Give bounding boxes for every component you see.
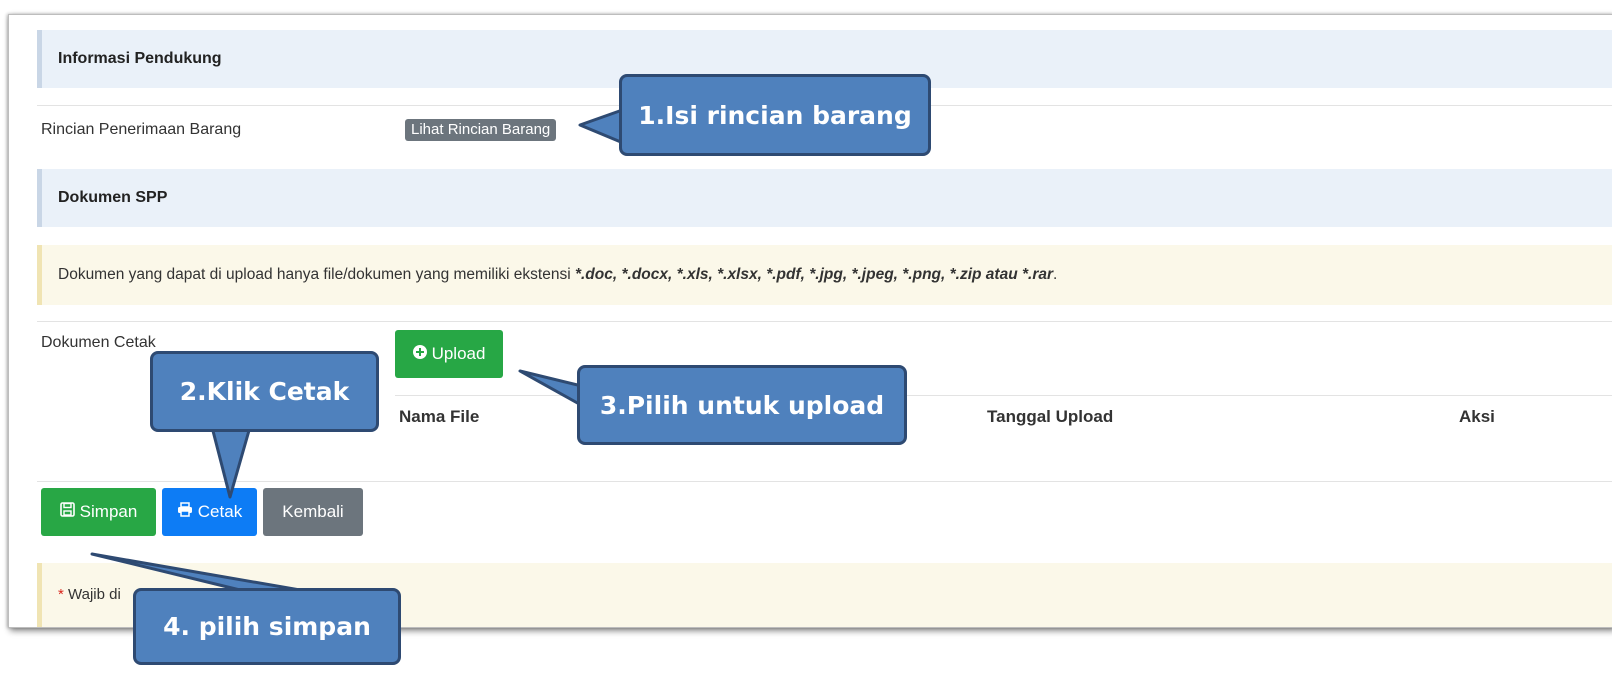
cetak-button[interactable]: Cetak — [162, 488, 257, 536]
upload-button[interactable]: Upload — [395, 330, 503, 378]
info-text-suffix: . — [1053, 266, 1058, 283]
print-icon — [177, 502, 193, 522]
info-extensions: *.doc, *.docx, *.xls, *.xlsx, *.pdf, *.j… — [574, 266, 1054, 283]
upload-button-label: Upload — [431, 344, 486, 363]
callout-4: 4. pilih simpan — [133, 588, 401, 665]
required-star: * — [58, 586, 64, 603]
save-icon — [59, 502, 75, 522]
column-header-tanggal-upload: Tanggal Upload — [987, 407, 1114, 426]
lihat-rincian-barang-button[interactable]: Lihat Rincian Barang — [405, 119, 557, 141]
divider — [37, 321, 1612, 322]
callout-1: 1.Isi rincian barang — [619, 74, 931, 156]
divider — [37, 481, 1612, 482]
simpan-button-label: Simpan — [79, 502, 138, 521]
callout-2: 2.Klik Cetak — [150, 351, 379, 432]
info-text-prefix: Dokumen yang dapat di upload hanya file/… — [58, 266, 575, 283]
rincian-label: Rincian Penerimaan Barang — [41, 121, 242, 138]
column-header-aksi: Aksi — [1459, 407, 1495, 426]
required-note-text: Wajib di — [68, 586, 121, 603]
dokumen-cetak-label: Dokumen Cetak — [41, 334, 156, 351]
kembali-button[interactable]: Kembali — [263, 488, 363, 536]
simpan-button[interactable]: Simpan — [41, 488, 156, 536]
upload-info-alert: Dokumen yang dapat di upload hanya file/… — [37, 245, 1612, 305]
column-header-nama-file: Nama File — [399, 407, 480, 426]
section-header-dokumen-spp: Dokumen SPP — [37, 169, 1612, 227]
plus-circle-icon — [412, 344, 427, 364]
callout-3: 3.Pilih untuk upload — [577, 365, 907, 445]
cetak-button-label: Cetak — [197, 502, 243, 521]
